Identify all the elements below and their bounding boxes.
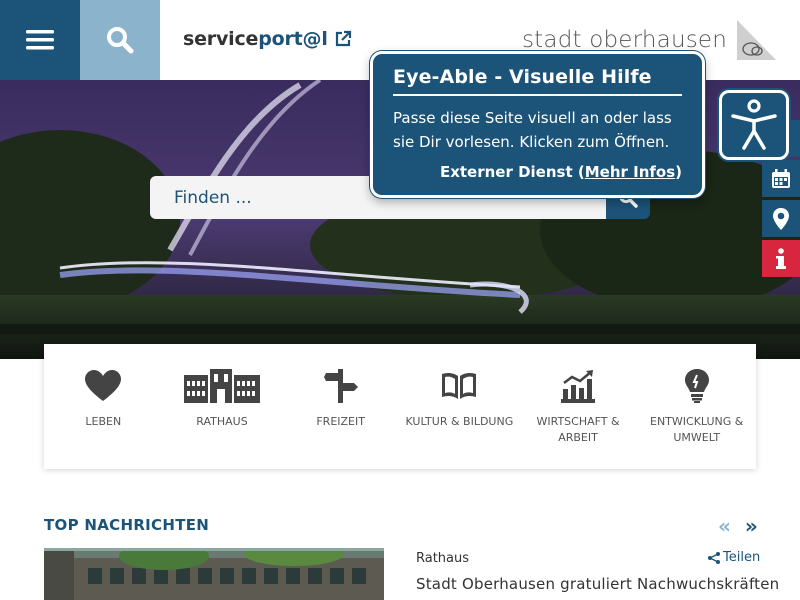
share-button[interactable]: Teilen — [708, 550, 760, 565]
eye-able-tooltip: Eye-Able - Visuelle Hilfe Passe diese Se… — [370, 51, 705, 198]
news-section-title: TOP NACHRICHTEN — [44, 516, 210, 534]
category-freizeit[interactable]: FREIZEIT — [281, 344, 400, 469]
info-button[interactable] — [762, 240, 800, 277]
serviceportal-prefix: service — [183, 28, 259, 50]
search-icon — [107, 27, 134, 54]
location-button[interactable] — [762, 200, 800, 237]
signpost-icon — [323, 369, 358, 403]
tooltip-external-note: Externer Dienst (Mehr Infos) — [393, 163, 682, 181]
news-prev-button[interactable]: « — [718, 514, 731, 538]
city-logo-text[interactable]: stadt oberhausen — [522, 27, 727, 53]
calendar-button[interactable] — [762, 160, 800, 197]
location-pin-icon — [773, 207, 789, 230]
news-carousel-nav: « » — [718, 514, 758, 538]
tooltip-ext-suffix: ) — [675, 163, 682, 181]
news-headline[interactable]: Stadt Oberhausen gratuliert Nachwuchskrä… — [416, 575, 779, 593]
category-kultur-bildung[interactable]: KULTUR & BILDUNG — [400, 344, 519, 469]
news-category: Rathaus — [416, 551, 470, 566]
info-icon — [776, 247, 786, 269]
category-bar: LEBEN RATHAUS FREIZEIT KULTUR & BILDUNG … — [44, 344, 756, 469]
book-icon — [442, 372, 477, 399]
city-logo-icon[interactable] — [734, 18, 778, 62]
heart-icon — [85, 370, 122, 401]
calendar-icon — [772, 168, 790, 188]
external-link-icon — [335, 30, 351, 47]
serviceportal-suffix: port@l — [258, 28, 328, 50]
accessibility-icon — [731, 99, 777, 150]
chart-icon — [561, 370, 596, 403]
category-wirtschaft-arbeit[interactable]: WIRTSCHAFT & ARBEIT — [519, 344, 638, 469]
lightbulb-icon — [684, 369, 709, 403]
more-info-link[interactable]: Mehr Infos — [585, 163, 675, 181]
category-label: FREIZEIT — [316, 415, 365, 428]
town-hall-icon — [184, 369, 260, 403]
category-rathaus[interactable]: RATHAUS — [163, 344, 282, 469]
tooltip-text: Passe diese Seite visuell an oder lass s… — [393, 109, 672, 151]
eye-able-button[interactable] — [719, 90, 789, 160]
share-icon — [708, 551, 720, 564]
category-entwicklung-umwelt[interactable]: ENTWICKLUNG & UMWELT — [637, 344, 756, 469]
category-label: LEBEN — [85, 415, 122, 428]
category-label: KULTUR & BILDUNG — [405, 415, 514, 428]
tooltip-ext-prefix: Externer Dienst ( — [439, 163, 585, 181]
news-photo — [44, 548, 384, 600]
category-leben[interactable]: LEBEN — [44, 344, 163, 469]
hamburger-icon — [26, 30, 54, 50]
category-label: ENTWICKLUNG & UMWELT — [650, 415, 744, 444]
share-label: Teilen — [723, 550, 761, 565]
serviceportal-link[interactable]: serviceport@l — [183, 28, 352, 50]
menu-button[interactable] — [0, 0, 80, 80]
category-label: WIRTSCHAFT & ARBEIT — [536, 415, 620, 444]
news-image[interactable] — [44, 548, 384, 600]
header-search-button[interactable] — [80, 0, 160, 80]
news-next-button[interactable]: » — [745, 514, 758, 538]
category-label: RATHAUS — [196, 415, 248, 428]
tooltip-title: Eye-Able - Visuelle Hilfe — [393, 66, 682, 96]
